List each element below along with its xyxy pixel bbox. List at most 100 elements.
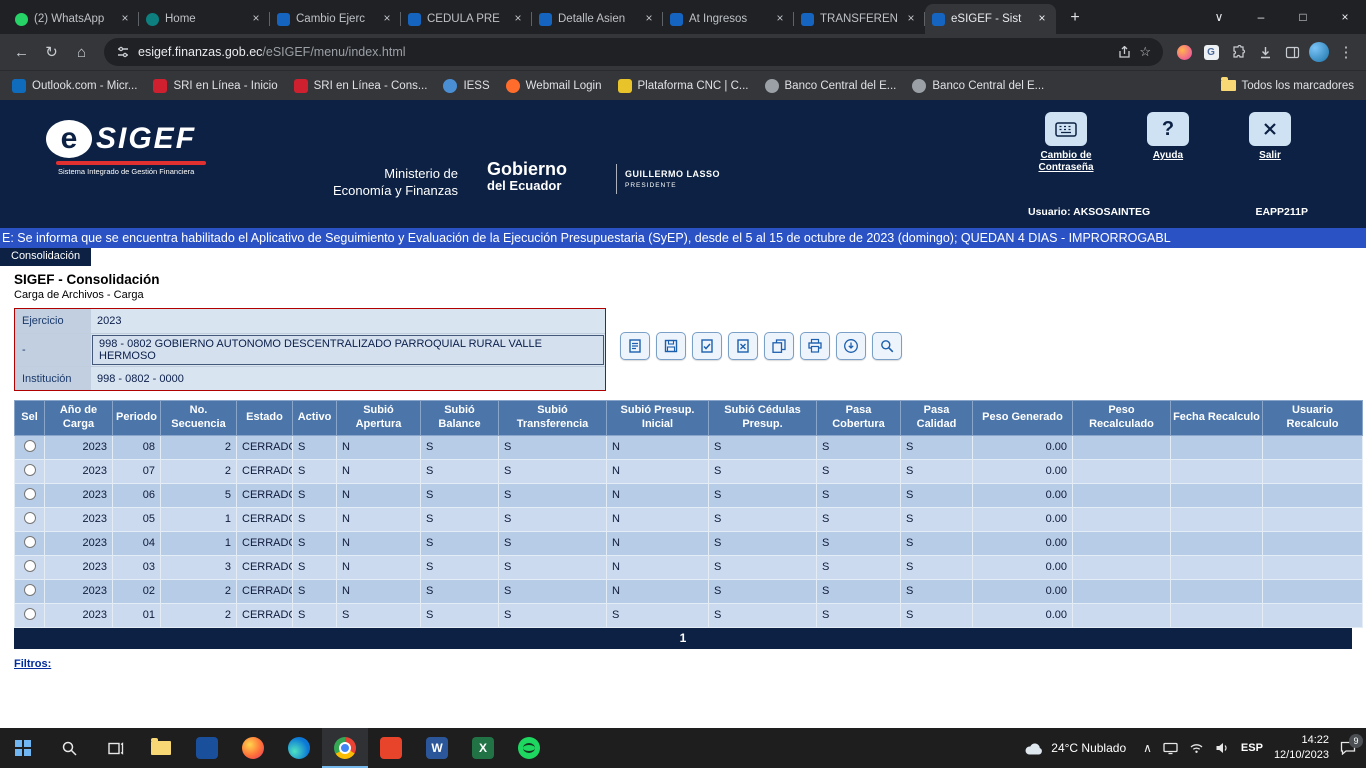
tab-close-icon[interactable]: × [249,12,263,26]
table-cell: S [817,531,901,555]
tab-close-icon[interactable]: × [642,12,656,26]
table-row: 2023072CERRADOSNSSNSSS0.00 [15,459,1363,483]
validate-icon[interactable] [692,332,722,360]
address-bar[interactable]: esigef.finanzas.gob.ec/eSIGEF/menu/index… [104,38,1163,66]
word-button[interactable]: W [414,728,460,768]
task-view-button[interactable] [92,728,138,768]
sidebar-icon[interactable] [1280,40,1304,64]
row-select-radio[interactable] [24,488,36,500]
downloads-icon[interactable] [1253,40,1277,64]
bookmark-item[interactable]: Banco Central del E... [765,79,897,93]
bookmark-star-icon[interactable]: ☆ [1139,44,1151,60]
clock[interactable]: 14:22 12/10/2023 [1274,733,1329,764]
page-content: SIGEF - Consolidación Carga de Archivos … [0,266,1366,672]
share-icon[interactable] [1118,46,1131,59]
volume-icon[interactable] [1215,742,1230,754]
browser-tab[interactable]: (2) WhatsApp× [8,4,139,34]
bookmark-item[interactable]: SRI en Línea - Inicio [153,79,277,93]
tab-consolidacion[interactable]: Consolidación [0,248,91,266]
app-red-button[interactable] [368,728,414,768]
download-icon[interactable] [836,332,866,360]
browser-tab[interactable]: Cambio Ejerc× [270,4,401,34]
app-blue-button[interactable] [184,728,230,768]
firefox-button[interactable] [230,728,276,768]
bookmark-list: Outlook.com - Micr... SRI en Línea - Inic… [12,79,1044,93]
bookmark-label: Webmail Login [526,80,602,92]
browser-tab[interactable]: TRANSFEREN× [794,4,925,34]
table-cell: S [499,603,607,627]
maximize-button[interactable]: □ [1282,0,1324,34]
browser-tab[interactable]: eSIGEF - Sist× [925,4,1056,34]
all-bookmarks-button[interactable]: Todos los marcadores [1221,80,1355,92]
table-row: 2023033CERRADOSNSSNSSS0.00 [15,555,1363,579]
url-text[interactable]: esigef.finanzas.gob.ec/eSIGEF/menu/index… [138,45,1110,59]
bookmark-item[interactable]: Webmail Login [506,79,602,93]
close-button[interactable]: × [1324,0,1366,34]
browser-tab[interactable]: At Ingresos× [663,4,794,34]
browser-tab[interactable]: CEDULA PRE× [401,4,532,34]
chrome-button[interactable] [322,728,368,768]
row-select-radio[interactable] [24,440,36,452]
table-cell: 2023 [45,507,113,531]
tab-close-icon[interactable]: × [773,12,787,26]
table-cell: S [709,603,817,627]
row-select-radio[interactable] [24,560,36,572]
excel-button[interactable]: X [460,728,506,768]
new-record-icon[interactable] [620,332,650,360]
delete-icon[interactable] [728,332,758,360]
taskbar-search-button[interactable] [46,728,92,768]
exit-button[interactable]: Salir [1232,112,1308,174]
back-button[interactable]: ← [8,39,35,66]
save-icon[interactable] [656,332,686,360]
change-password-button[interactable]: Cambio de Contraseña [1028,112,1104,174]
language-indicator[interactable]: ESP [1241,742,1263,754]
filters-link[interactable]: Filtros: [14,658,51,670]
tab-close-icon[interactable]: × [380,12,394,26]
column-header: Periodo [113,401,161,436]
display-icon[interactable] [1163,742,1178,755]
bookmark-item[interactable]: SRI en Línea - Cons... [294,79,428,93]
extensions-puzzle-icon[interactable] [1226,40,1250,64]
bookmark-item[interactable]: IESS [443,79,489,93]
browser-menu-icon[interactable]: ⋮ [1334,40,1358,64]
file-explorer-button[interactable] [138,728,184,768]
reload-button[interactable]: ↻ [38,39,65,66]
spotify-button[interactable] [506,728,552,768]
row-select-radio[interactable] [24,536,36,548]
new-tab-button[interactable]: + [1062,5,1088,31]
translate-icon[interactable]: G [1199,40,1223,64]
table-cell: S [817,555,901,579]
copy-icon[interactable] [764,332,794,360]
site-info-icon[interactable] [116,45,130,59]
minimize-button[interactable]: – [1240,0,1282,34]
profile-avatar[interactable] [1307,40,1331,64]
notification-center-button[interactable]: 9 [1340,741,1356,755]
network-icon[interactable] [1189,742,1204,754]
row-select-radio[interactable] [24,608,36,620]
esigef-header: e SIGEF Sistema Integrado de Gestión Fin… [0,100,1366,228]
start-button[interactable] [0,728,46,768]
help-button[interactable]: ? Ayuda [1130,112,1206,174]
edge-button[interactable] [276,728,322,768]
browser-tab[interactable]: Detalle Asien× [532,4,663,34]
row-select-radio[interactable] [24,584,36,596]
browser-tab[interactable]: Home× [139,4,270,34]
bookmark-item[interactable]: Outlook.com - Micr... [12,79,137,93]
bookmark-item[interactable]: Banco Central del E... [912,79,1044,93]
row-select-radio[interactable] [24,512,36,524]
tab-close-icon[interactable]: × [511,12,525,26]
hidden-icons-chevron[interactable]: ∧ [1143,741,1152,755]
ministry-title: Ministerio de Economía y Finanzas [296,166,458,200]
tab-close-icon[interactable]: × [1035,12,1049,26]
home-button[interactable]: ⌂ [68,39,95,66]
weather-widget[interactable]: 24°C Nublado [1018,740,1132,756]
tab-close-icon[interactable]: × [904,12,918,26]
search-icon[interactable] [872,332,902,360]
extension-icon[interactable] [1172,40,1196,64]
bookmark-item[interactable]: Plataforma CNC | C... [618,79,749,93]
tab-close-icon[interactable]: × [118,12,132,26]
row-select-radio[interactable] [24,464,36,476]
page-number[interactable]: 1 [680,631,687,645]
print-icon[interactable] [800,332,830,360]
tab-search-icon[interactable]: ∨ [1198,0,1240,34]
